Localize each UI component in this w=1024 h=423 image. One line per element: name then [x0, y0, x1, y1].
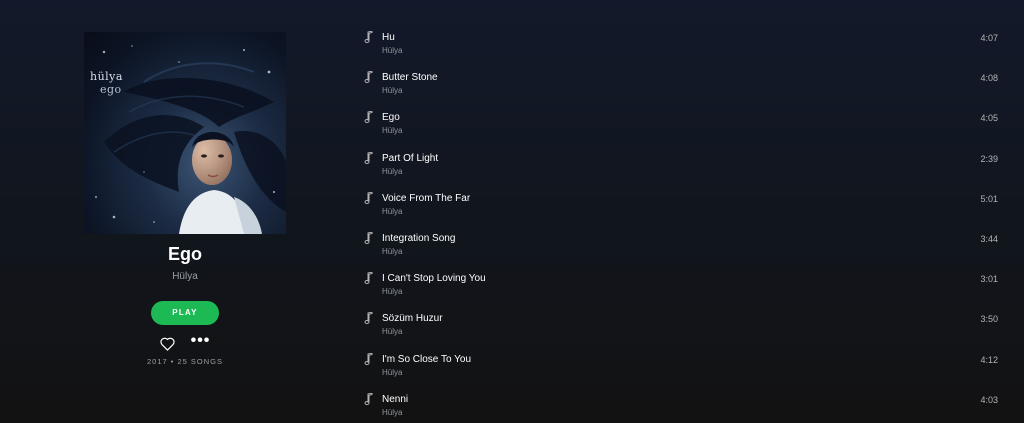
- track-title: Hu: [382, 32, 395, 43]
- play-button[interactable]: PLAY: [151, 301, 219, 325]
- track-duration: 4:07: [980, 33, 998, 43]
- music-note-icon: [364, 111, 373, 124]
- album-page: { "album": { "cover_artist_text": "hülya…: [0, 0, 1024, 423]
- track-row[interactable]: Integration Song Hülya 3:44: [360, 229, 1004, 269]
- album-title: Ego: [168, 244, 202, 264]
- track-row[interactable]: Hu Hülya 4:07: [360, 28, 1004, 68]
- album-cover-art: [95, 45, 286, 234]
- cover-artist-text: hülya: [90, 70, 123, 83]
- track-artist-link[interactable]: Hülya: [382, 125, 402, 137]
- track-duration: 3:01: [980, 274, 998, 285]
- track-row[interactable]: Part Of Light Hülya 2:39: [360, 149, 1004, 189]
- cover-title-text: ego: [100, 83, 122, 96]
- tracklist: Hu Hülya 4:07 Butter Stone Hülya 4:08 Eg…: [360, 28, 1004, 423]
- track-row[interactable]: Ego Hülya 4:05: [360, 108, 1004, 148]
- track-row[interactable]: I Can't Stop Loving You Hülya 3:01: [360, 269, 1004, 309]
- track-duration: 4:08: [980, 73, 998, 84]
- music-note-icon: [364, 272, 373, 285]
- track-artist-link[interactable]: Hülya: [382, 206, 402, 218]
- track-artist-link[interactable]: Hülya: [382, 326, 402, 338]
- track-artist-link[interactable]: Hülya: [382, 45, 402, 57]
- track-row[interactable]: I'm So Close To You Hülya 4:12: [360, 350, 1004, 390]
- track-duration: 4:03: [980, 394, 998, 405]
- music-note-icon: [364, 231, 373, 244]
- track-title: Butter Stone: [382, 72, 438, 84]
- track-title: Part Of Light: [382, 152, 439, 164]
- album-artist-link[interactable]: Hülya: [84, 270, 286, 284]
- track-title: Sözüm Huzur: [382, 313, 443, 325]
- track-row[interactable]: Nenni Hülya 4:03: [360, 390, 1004, 423]
- track-title: I'm So Close To You: [382, 353, 472, 365]
- track-title: I Can't Stop Loving You: [382, 273, 486, 285]
- track-artist-link[interactable]: Hülya: [382, 166, 402, 178]
- track-title: Nenni: [382, 393, 409, 405]
- track-duration: 4:05: [980, 113, 998, 124]
- track-row[interactable]: Sözüm Huzur Hülya 3:50: [360, 309, 1004, 349]
- album-info: hülya ego Ego Hülya PLAY ••• 2017 • 25 S…: [84, 32, 286, 366]
- music-note-icon: [364, 352, 373, 365]
- track-duration: 5:01: [980, 193, 998, 204]
- album-actions: •••: [84, 333, 286, 353]
- album-meta: 2017 • 25 SONGS: [147, 357, 223, 366]
- track-duration: 4:12: [980, 354, 998, 365]
- track-duration: 3:44: [980, 233, 998, 244]
- track-duration: 3:50: [980, 314, 998, 325]
- music-note-icon: [364, 392, 373, 405]
- track-artist-link[interactable]: Hülya: [382, 367, 402, 379]
- track-title: Voice From The Far: [382, 192, 471, 204]
- heart-icon[interactable]: [159, 337, 175, 351]
- album-cover[interactable]: hülya ego: [84, 32, 286, 234]
- track-artist-link[interactable]: Hülya: [382, 246, 402, 258]
- track-title: Ego: [382, 112, 400, 124]
- music-note-icon: [364, 312, 373, 325]
- track-duration: 2:39: [980, 153, 998, 164]
- track-artist-link[interactable]: Hülya: [382, 85, 402, 97]
- track-row[interactable]: Butter Stone Hülya 4:08: [360, 68, 1004, 108]
- track-title: Integration Song: [382, 232, 456, 244]
- music-note-icon: [364, 71, 373, 84]
- music-note-icon: [364, 191, 373, 204]
- more-options-icon[interactable]: •••: [191, 333, 211, 349]
- track-artist-link[interactable]: Hülya: [382, 286, 402, 298]
- track-row[interactable]: Voice From The Far Hülya 5:01: [360, 189, 1004, 229]
- track-artist-link[interactable]: Hülya: [382, 407, 402, 419]
- music-note-icon: [364, 151, 373, 164]
- music-note-icon: [364, 31, 373, 43]
